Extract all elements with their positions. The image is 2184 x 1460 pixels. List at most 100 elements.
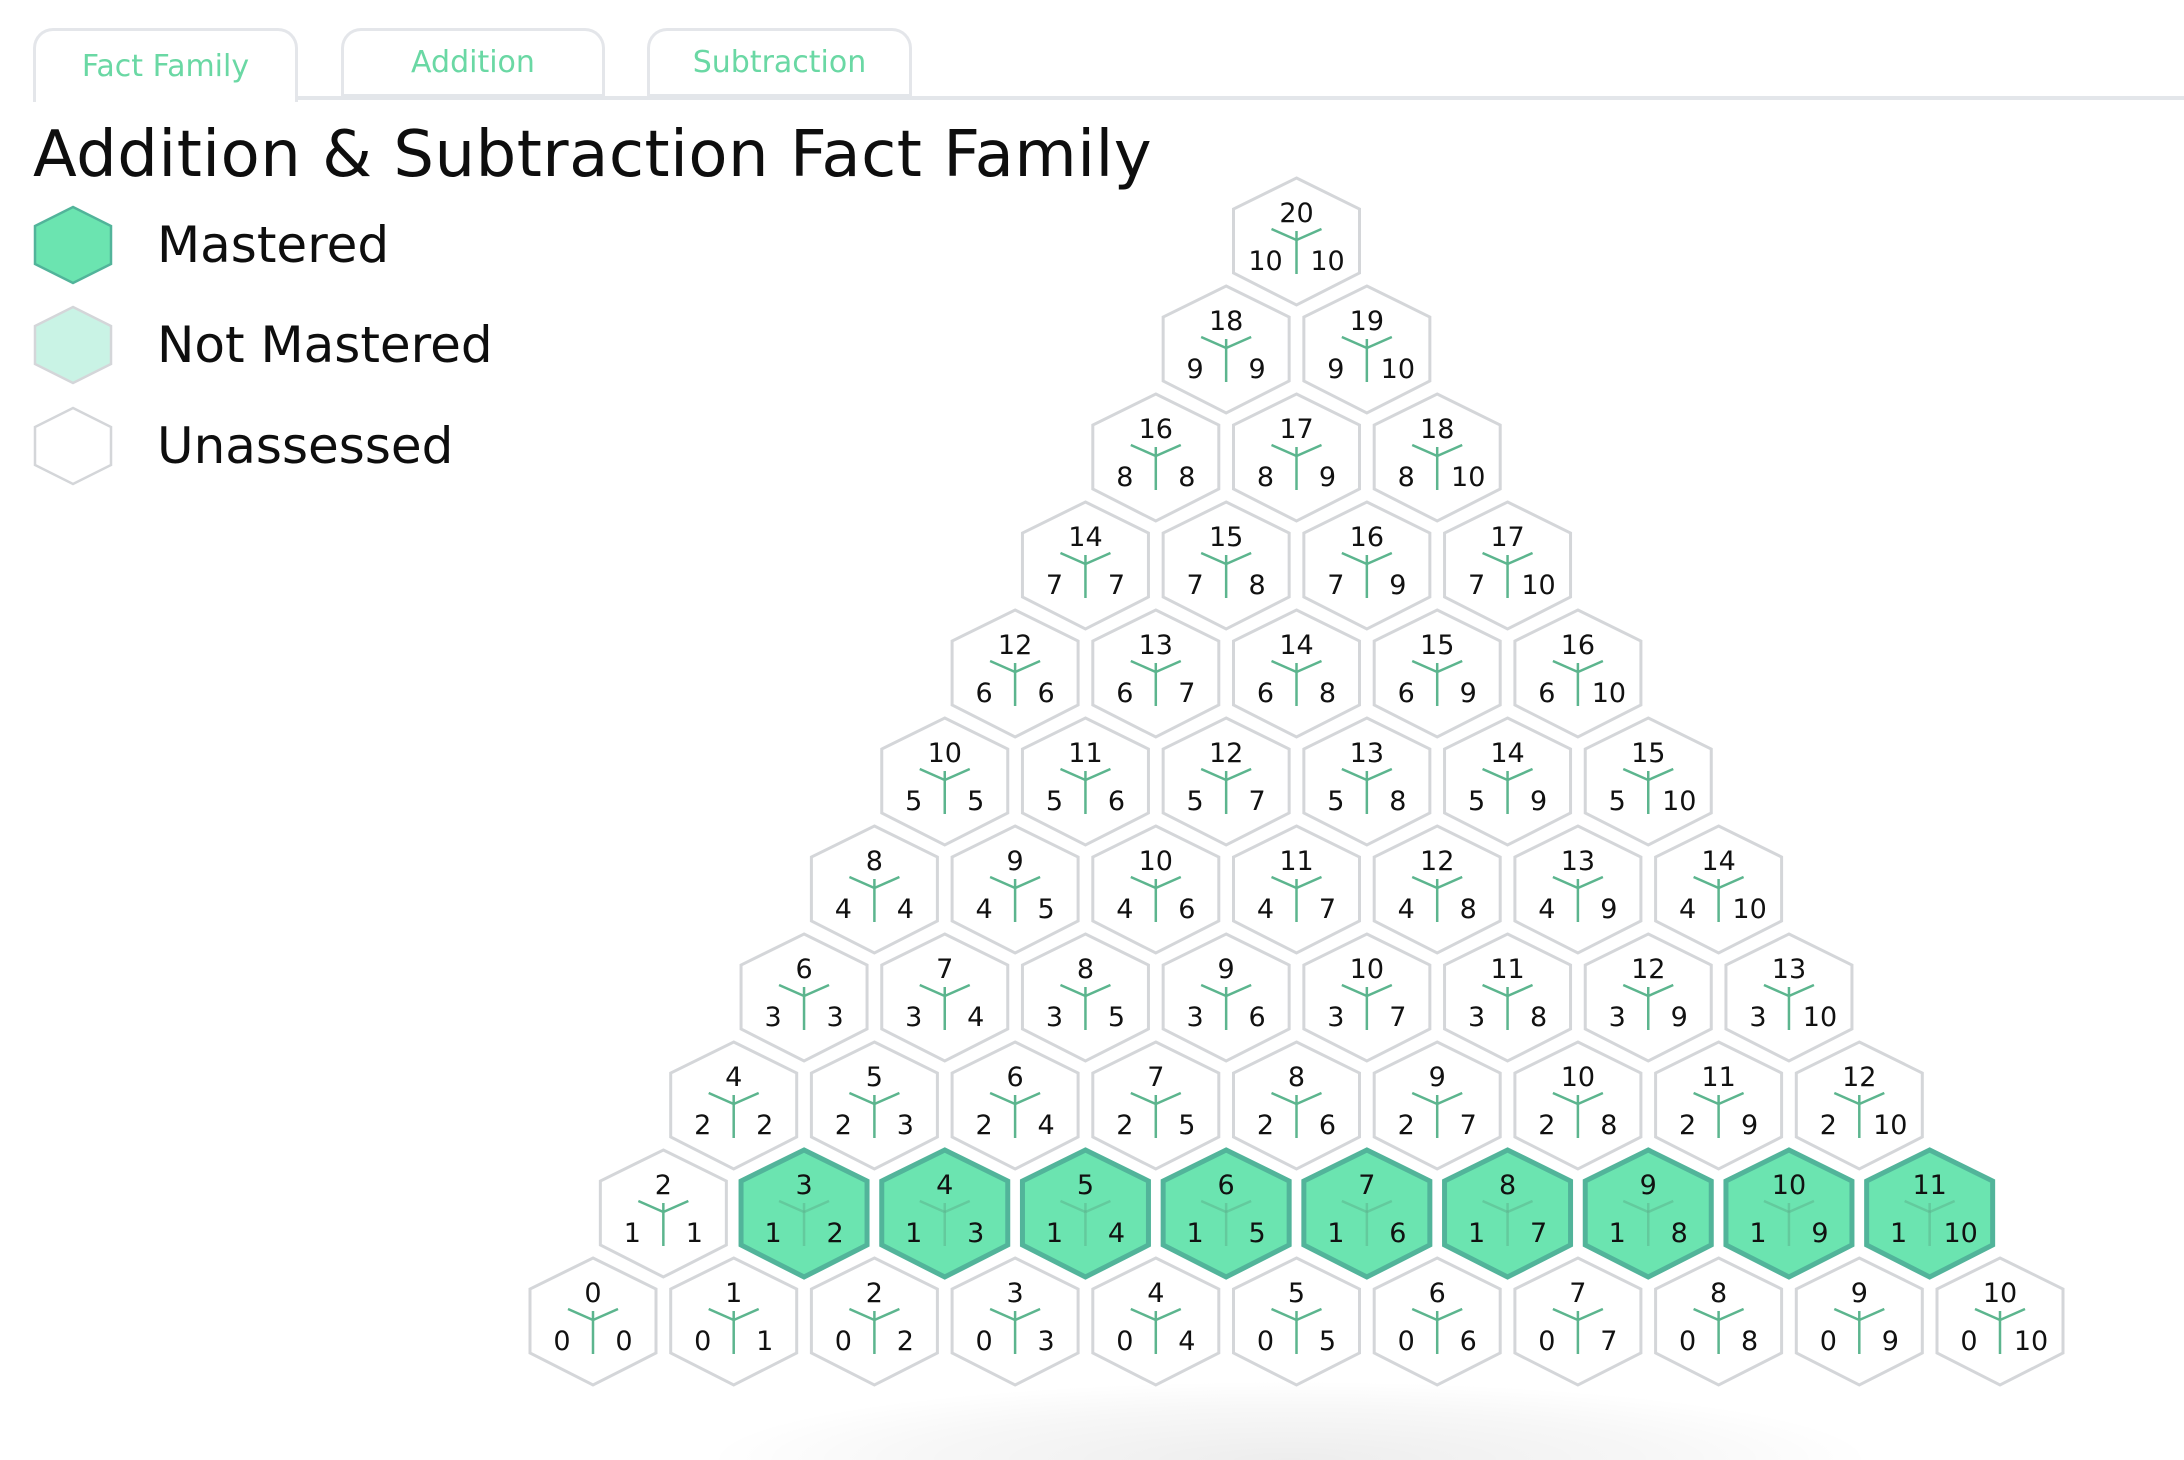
fact-hex-7-10[interactable]: 177 10 xyxy=(1443,500,1573,631)
fact-addend-b: 8 xyxy=(1671,1218,1688,1249)
fact-addend-a: 3 xyxy=(1327,1002,1344,1033)
fact-hex-0-6[interactable]: 60 6 xyxy=(1372,1256,1502,1387)
fact-hex-1-7[interactable]: 81 7 xyxy=(1442,1147,1574,1280)
fact-sum: 8 xyxy=(1077,954,1094,985)
fact-hex-0-3[interactable]: 30 3 xyxy=(950,1256,1080,1387)
fact-addend-b: 8 xyxy=(1319,678,1336,709)
fact-addend-a: 9 xyxy=(1187,354,1204,385)
fact-hex-0-10[interactable]: 100 10 xyxy=(1935,1256,2065,1387)
fact-addend-a: 3 xyxy=(905,1002,922,1033)
fact-addend-a: 3 xyxy=(764,1002,781,1033)
fact-hex-8-9[interactable]: 178 9 xyxy=(1232,392,1361,523)
fact-hex-3-5[interactable]: 83 5 xyxy=(1020,932,1150,1063)
fact-hex-1-1[interactable]: 21 1 xyxy=(598,1148,728,1279)
fact-hex-4-4[interactable]: 84 4 xyxy=(809,824,939,955)
fact-hex-2-3[interactable]: 52 3 xyxy=(809,1040,939,1171)
fact-hex-0-9[interactable]: 90 9 xyxy=(1794,1256,1924,1387)
fact-sum: 6 xyxy=(1429,1278,1446,1309)
fact-hex-2-6[interactable]: 82 6 xyxy=(1232,1040,1361,1171)
fact-hex-5-8[interactable]: 135 8 xyxy=(1302,716,1432,847)
fact-hex-4-6[interactable]: 104 6 xyxy=(1091,824,1221,955)
fact-hex-2-2[interactable]: 42 2 xyxy=(669,1040,799,1171)
fact-hex-1-3[interactable]: 41 3 xyxy=(879,1147,1011,1280)
fact-hex-8-10[interactable]: 188 10 xyxy=(1372,392,1502,523)
fact-hex-7-7[interactable]: 147 7 xyxy=(1020,500,1150,631)
fact-hex-2-9[interactable]: 112 9 xyxy=(1654,1040,1784,1171)
fact-addend-a: 2 xyxy=(1257,1110,1274,1141)
fact-hex-6-6[interactable]: 126 6 xyxy=(950,608,1080,739)
fact-hex-6-8[interactable]: 146 8 xyxy=(1232,608,1361,739)
fact-hex-0-0[interactable]: 00 0 xyxy=(528,1256,658,1387)
fact-sum: 12 xyxy=(1209,738,1243,769)
fact-addend-a: 2 xyxy=(1538,1110,1555,1141)
fact-addend-b: 4 xyxy=(1178,1326,1195,1357)
fact-addend-b: 2 xyxy=(897,1326,914,1357)
fact-addend-a: 2 xyxy=(976,1110,993,1141)
fact-hex-7-8[interactable]: 157 8 xyxy=(1161,500,1291,631)
fact-hex-3-8[interactable]: 113 8 xyxy=(1443,932,1573,1063)
tab-fact-family[interactable]: Fact Family xyxy=(33,28,298,102)
fact-hex-5-6[interactable]: 115 6 xyxy=(1020,716,1150,847)
fact-addend-a: 7 xyxy=(1046,570,1063,601)
fact-hex-2-5[interactable]: 72 5 xyxy=(1091,1040,1221,1171)
fact-hex-1-2[interactable]: 31 2 xyxy=(738,1147,870,1280)
fact-hex-5-7[interactable]: 125 7 xyxy=(1161,716,1291,847)
fact-hex-5-9[interactable]: 145 9 xyxy=(1443,716,1573,847)
fact-hex-1-9[interactable]: 101 9 xyxy=(1723,1147,1855,1280)
fact-hex-0-7[interactable]: 70 7 xyxy=(1513,1256,1643,1387)
fact-hex-2-7[interactable]: 92 7 xyxy=(1372,1040,1502,1171)
fact-hex-0-2[interactable]: 20 2 xyxy=(809,1256,939,1387)
fact-addend-a: 7 xyxy=(1327,570,1344,601)
tab-addition[interactable]: Addition xyxy=(341,28,605,98)
fact-hex-9-9[interactable]: 189 9 xyxy=(1161,284,1291,415)
fact-hex-7-9[interactable]: 167 9 xyxy=(1302,500,1432,631)
fact-hex-5-5[interactable]: 105 5 xyxy=(880,716,1010,847)
fact-addend-b: 10 xyxy=(1732,894,1766,925)
fact-addend-a: 0 xyxy=(1257,1326,1274,1357)
fact-hex-9-10[interactable]: 199 10 xyxy=(1302,284,1432,415)
fact-hex-3-3[interactable]: 63 3 xyxy=(739,932,869,1063)
fact-hex-6-10[interactable]: 166 10 xyxy=(1513,608,1643,739)
tab-subtraction[interactable]: Subtraction xyxy=(647,28,912,98)
fact-addend-b: 5 xyxy=(1108,1002,1125,1033)
fact-hex-0-1[interactable]: 10 1 xyxy=(669,1256,799,1387)
fact-hex-0-8[interactable]: 80 8 xyxy=(1654,1256,1784,1387)
fact-addend-a: 6 xyxy=(1538,678,1555,709)
fact-hex-6-7[interactable]: 136 7 xyxy=(1091,608,1221,739)
fact-hex-3-10[interactable]: 133 10 xyxy=(1724,932,1854,1063)
fact-addend-b: 7 xyxy=(1600,1326,1617,1357)
fact-hex-0-4[interactable]: 40 4 xyxy=(1091,1256,1221,1387)
fact-addend-a: 4 xyxy=(1538,894,1555,925)
fact-hex-2-4[interactable]: 62 4 xyxy=(950,1040,1080,1171)
fact-hex-3-6[interactable]: 93 6 xyxy=(1161,932,1291,1063)
fact-sum: 6 xyxy=(1007,1062,1024,1093)
fact-hex-1-5[interactable]: 61 5 xyxy=(1160,1147,1292,1280)
fact-sum: 10 xyxy=(928,738,962,769)
fact-addend-b: 8 xyxy=(1389,786,1406,817)
fact-hex-5-10[interactable]: 155 10 xyxy=(1583,716,1713,847)
fact-hex-4-10[interactable]: 144 10 xyxy=(1654,824,1784,955)
fact-hex-10-10[interactable]: 20 10 10 xyxy=(1232,176,1361,307)
fact-sum: 7 xyxy=(1147,1062,1164,1093)
fact-hex-4-5[interactable]: 94 5 xyxy=(950,824,1080,955)
fact-sum: 11 xyxy=(1279,846,1313,877)
fact-hex-2-10[interactable]: 122 10 xyxy=(1794,1040,1924,1171)
fact-hex-1-10[interactable]: 111 10 xyxy=(1864,1147,1996,1280)
fact-hex-1-4[interactable]: 51 4 xyxy=(1019,1147,1151,1280)
fact-hex-2-8[interactable]: 102 8 xyxy=(1513,1040,1643,1171)
fact-hex-1-6[interactable]: 71 6 xyxy=(1301,1147,1433,1280)
fact-hex-1-8[interactable]: 91 8 xyxy=(1582,1147,1714,1280)
fact-hex-3-4[interactable]: 73 4 xyxy=(880,932,1010,1063)
fact-addend-b: 3 xyxy=(967,1218,984,1249)
fact-hex-4-9[interactable]: 134 9 xyxy=(1513,824,1643,955)
fact-hex-4-7[interactable]: 114 7 xyxy=(1232,824,1361,955)
fact-hex-3-9[interactable]: 123 9 xyxy=(1583,932,1713,1063)
fact-hex-8-8[interactable]: 168 8 xyxy=(1091,392,1221,523)
fact-addend-b: 9 xyxy=(1741,1110,1758,1141)
fact-hex-4-8[interactable]: 124 8 xyxy=(1372,824,1502,955)
fact-addend-b: 10 xyxy=(1662,786,1696,817)
fact-hex-0-5[interactable]: 50 5 xyxy=(1232,1256,1361,1387)
fact-hex-6-9[interactable]: 156 9 xyxy=(1372,608,1502,739)
fact-hex-3-7[interactable]: 103 7 xyxy=(1302,932,1432,1063)
fact-addend-a: 4 xyxy=(1679,894,1696,925)
